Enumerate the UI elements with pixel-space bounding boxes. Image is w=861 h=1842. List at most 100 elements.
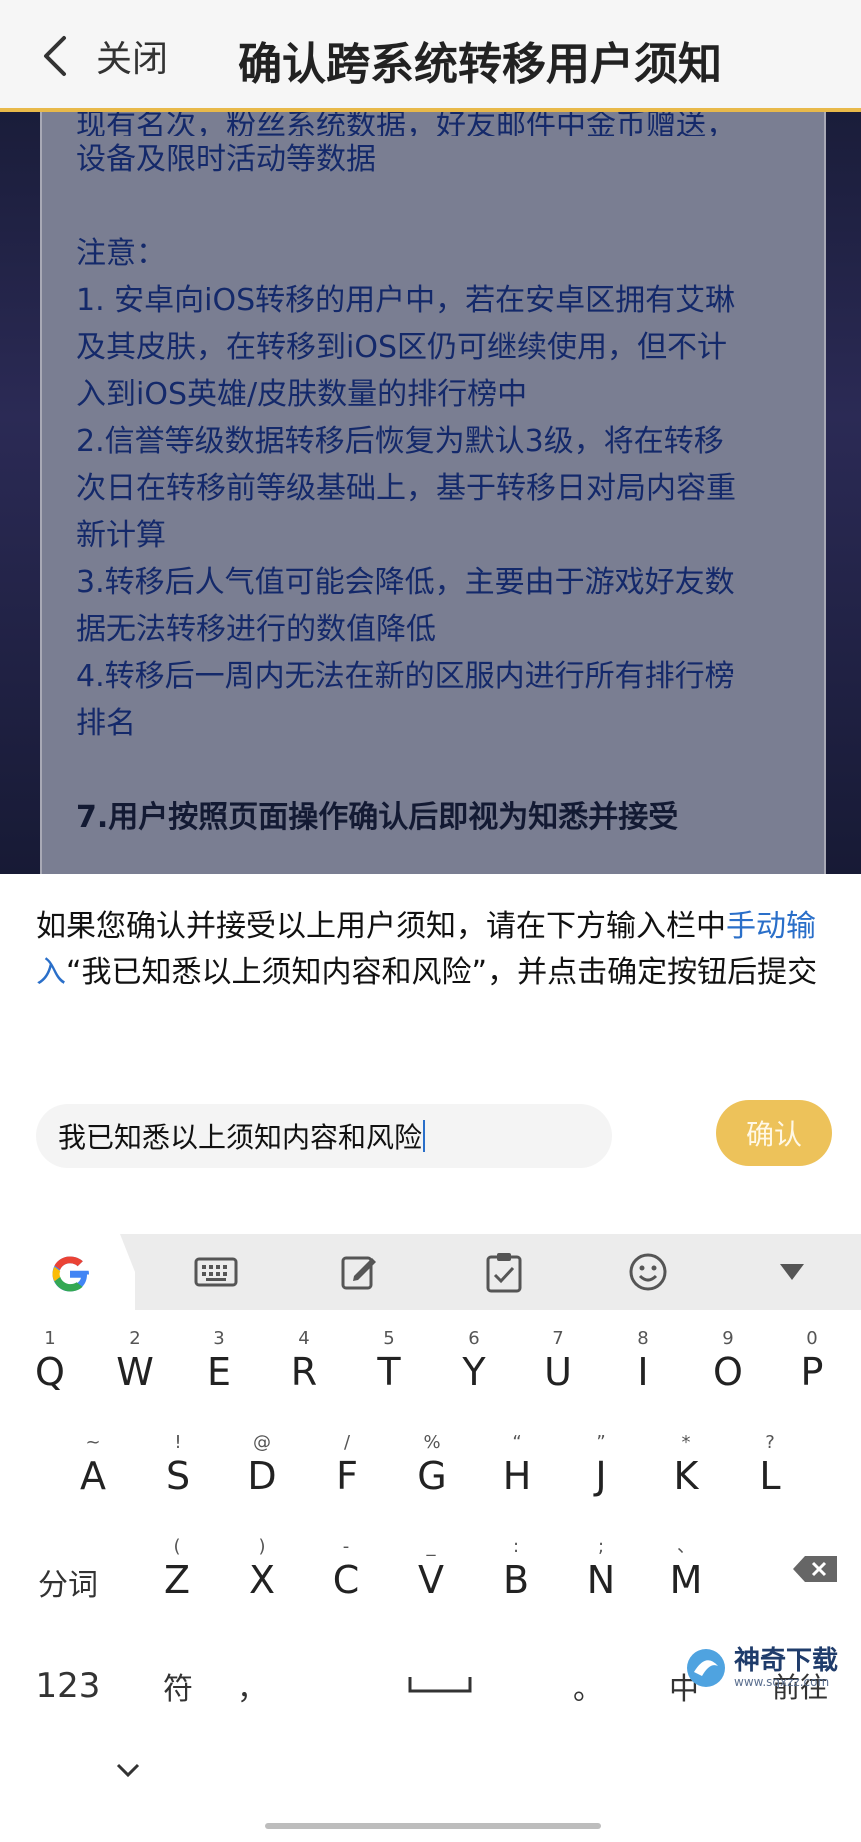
close-label[interactable]: 关闭 — [96, 30, 168, 82]
notice-line: 注意： — [76, 236, 166, 271]
instructions-text: 如果您确认并接受以上用户须知，请在下方输入栏中 — [36, 909, 726, 944]
key-y[interactable]: 6Y — [439, 1328, 509, 1394]
key-label: Q — [35, 1350, 65, 1394]
key-q[interactable]: 1Q — [15, 1328, 85, 1394]
edit-icon[interactable] — [320, 1234, 400, 1310]
key-hint: : — [512, 1536, 520, 1557]
key-o[interactable]: 9O — [693, 1328, 763, 1394]
key-label: F — [336, 1454, 358, 1498]
key-hint: ! — [174, 1432, 182, 1453]
top-bar: 关闭 确认跨系统转移用户须知 — [0, 0, 861, 112]
page-title: 确认跨系统转移用户须知 — [238, 39, 722, 90]
notice-line: 4.转移后一周内无法在新的区服内进行所有排行榜 — [76, 659, 735, 694]
key-hint: ( — [173, 1536, 181, 1557]
key-a[interactable]: ~ A — [58, 1432, 128, 1498]
key-j[interactable]: ” J — [566, 1432, 636, 1498]
notice-line: 及其皮肤，在转移到iOS区仍可继续使用，但不计 — [76, 330, 727, 365]
key-hint: 4 — [298, 1328, 310, 1349]
key-hint: 5 — [383, 1328, 395, 1349]
space-bar-icon — [408, 1677, 472, 1693]
notice-background: 现有名次，粉丝系统数据，好友邮件中金币赠送， 设备及限时活动等数据 注意： 1. 安卓… — [0, 112, 861, 874]
watermark-url: www.sqxzz.com — [734, 1675, 830, 1689]
key-hint: _ — [426, 1536, 436, 1557]
key-hint: 2 — [129, 1328, 141, 1349]
key-hint: % — [423, 1432, 441, 1453]
key-label: R — [290, 1350, 318, 1394]
clipboard-icon[interactable] — [464, 1234, 544, 1310]
confirm-button[interactable]: 确认 — [716, 1100, 832, 1166]
watermark-logo-icon — [687, 1649, 725, 1687]
confirm-instructions: 如果您确认并接受以上用户须知，请在下方输入栏中手动输入“我已知悉以上须知内容和风… — [36, 904, 826, 996]
back-button[interactable] — [40, 28, 100, 84]
key-label: M — [669, 1558, 703, 1602]
key-t[interactable]: 5T — [354, 1328, 424, 1394]
key-hint: “ — [512, 1432, 522, 1453]
key-k[interactable]: * K — [651, 1432, 721, 1498]
key-f[interactable]: / F — [312, 1432, 382, 1498]
instructions-text-2: “我已知悉以上须知内容和风险”，并点击确定按钮后提交 — [66, 955, 818, 990]
key-hint: 6 — [468, 1328, 480, 1349]
soft-keyboard: 1 Q 2 W 3 E 4 R 5 T 6 Y 7 U 8 I 9 O 0 P ~ A! S @ D / F% G “H” J * K? L(Z… — [0, 1234, 861, 1842]
key-p[interactable]: 0P — [777, 1328, 847, 1394]
space-key[interactable] — [400, 1666, 480, 1701]
key-hint: / — [343, 1432, 351, 1453]
emoji-icon[interactable] — [608, 1234, 688, 1310]
key-label: N — [586, 1558, 616, 1602]
key-v[interactable]: _ V — [396, 1536, 466, 1602]
key-hint: 、 — [677, 1536, 695, 1557]
google-logo-icon[interactable] — [46, 1250, 94, 1298]
segment-key[interactable]: 分词 — [28, 1560, 108, 1604]
keyboard-icon[interactable] — [176, 1234, 256, 1310]
key-w[interactable]: 2W — [100, 1328, 170, 1394]
key-l[interactable]: ? L — [735, 1432, 805, 1498]
key-m[interactable]: 、 M — [651, 1536, 721, 1602]
period-key[interactable]: 。 — [568, 1664, 608, 1708]
key-z[interactable]: (Z — [142, 1536, 212, 1602]
notice-line: 现有名次，粉丝系统数据，好友邮件中金币赠送， — [76, 112, 736, 136]
key-n[interactable]: ; N — [566, 1536, 636, 1602]
key-hint: 3 — [213, 1328, 225, 1349]
key-label: O — [713, 1350, 743, 1394]
symbols-key[interactable]: 符 — [138, 1664, 218, 1708]
key-label: Z — [163, 1558, 191, 1602]
key-hint: 8 — [637, 1328, 649, 1349]
key-d[interactable]: @ D — [227, 1432, 297, 1498]
notice-panel[interactable]: 现有名次，粉丝系统数据，好友邮件中金币赠送， 设备及限时活动等数据 注意： 1. 安卓… — [40, 112, 826, 874]
key-r[interactable]: 4R — [269, 1328, 339, 1394]
key-label: D — [247, 1454, 277, 1498]
key-hint: 1 — [44, 1328, 56, 1349]
notice-line — [76, 183, 796, 230]
collapse-icon[interactable] — [752, 1234, 832, 1310]
key-x[interactable]: ) X — [227, 1536, 297, 1602]
key-u[interactable]: 7U — [523, 1328, 593, 1394]
key-c[interactable]: -C — [311, 1536, 381, 1602]
key-s[interactable]: ! S — [143, 1432, 213, 1498]
key-b[interactable]: :B — [481, 1536, 551, 1602]
key-label: U — [544, 1350, 572, 1394]
key-hint: @ — [253, 1432, 271, 1453]
notice-line: 1. 安卓向iOS转移的用户中，若在安卓区拥有艾琳 — [76, 283, 736, 318]
key-hint: ; — [597, 1536, 605, 1557]
key-g[interactable]: % G — [397, 1432, 467, 1498]
notice-line: 新计算 — [76, 518, 166, 553]
key-label: S — [165, 1454, 191, 1498]
gesture-bar[interactable] — [265, 1823, 601, 1829]
key-hint: ” — [596, 1432, 606, 1453]
backspace-key[interactable] — [776, 1554, 856, 1592]
key-label: W — [116, 1350, 154, 1394]
key-hint: * — [681, 1432, 691, 1453]
key-h[interactable]: “H — [482, 1432, 552, 1498]
key-label: C — [332, 1558, 360, 1602]
chevron-left-icon — [44, 36, 66, 76]
key-label: A — [80, 1454, 106, 1498]
key-e[interactable]: 3E — [184, 1328, 254, 1394]
numbers-key[interactable]: 123 — [26, 1666, 110, 1706]
confirm-input[interactable]: 我已知悉以上须知内容和风险 — [36, 1104, 612, 1168]
hide-keyboard-button[interactable] — [88, 1754, 168, 1789]
comma-key[interactable]: ， — [232, 1664, 272, 1708]
text-caret — [423, 1120, 426, 1152]
notice-line: 3.转移后人气值可能会降低，主要由于游戏好友数 — [76, 565, 735, 600]
notice-line: 入到iOS英雄/皮肤数量的排行榜中 — [76, 377, 528, 412]
notice-line: 2.信誉等级数据转移后恢复为默认3级，将在转移 — [76, 424, 724, 459]
key-i[interactable]: 8I — [608, 1328, 678, 1394]
